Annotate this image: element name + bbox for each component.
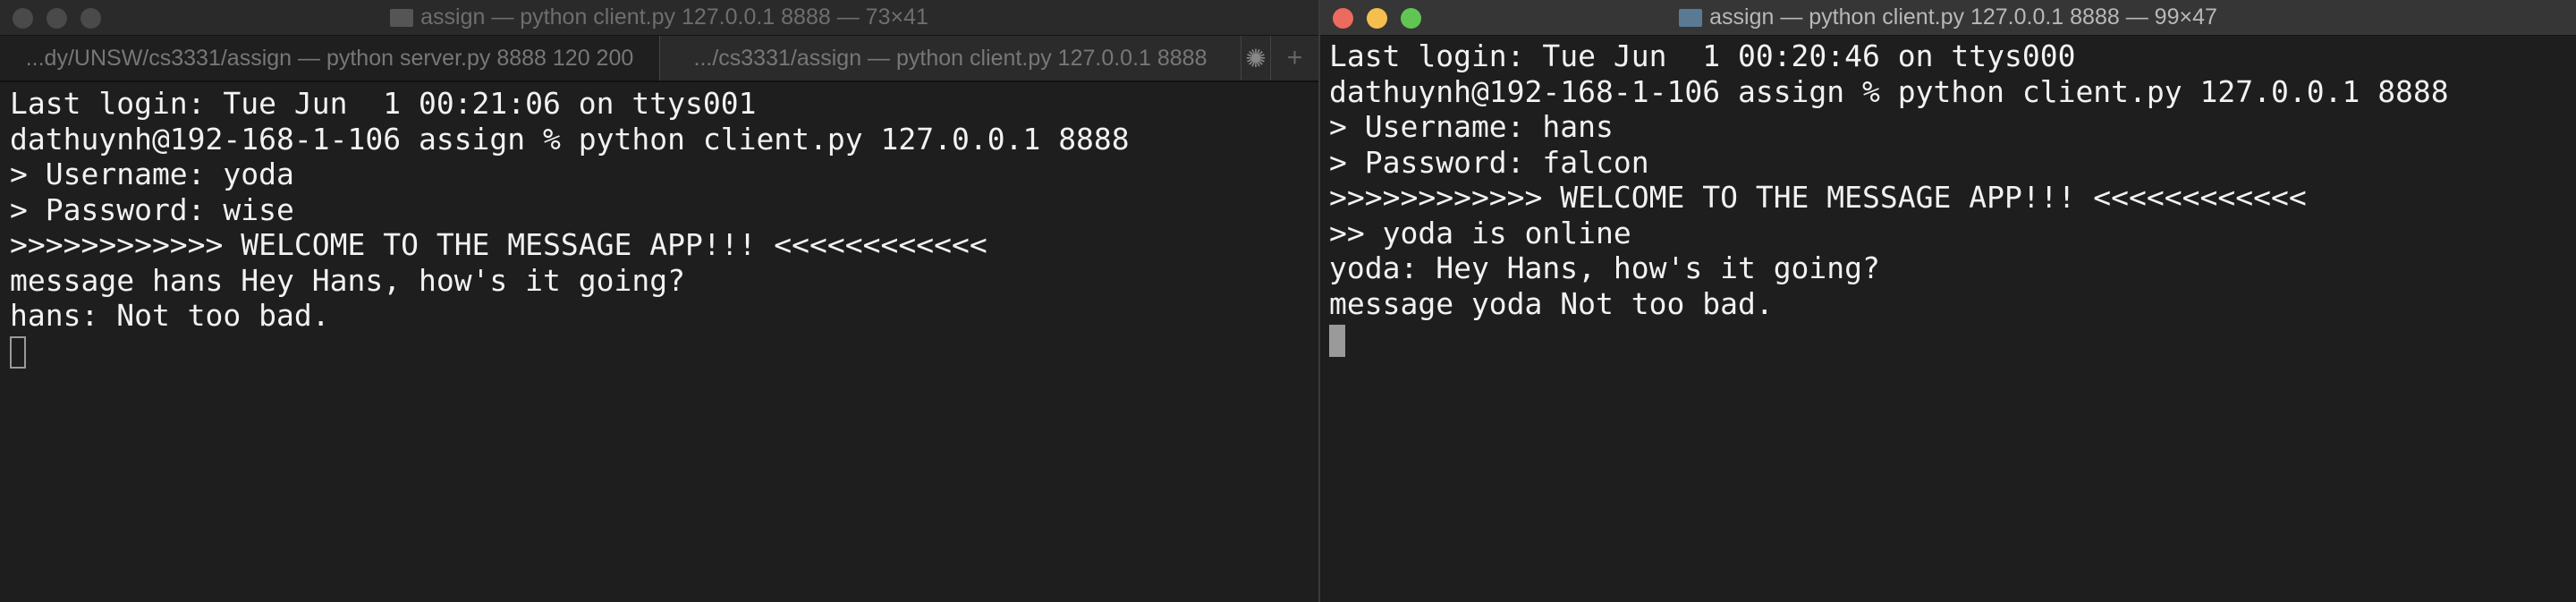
tab-label: ...dy/UNSW/cs3331/assign — python server… [25, 45, 634, 71]
terminal-output[interactable]: Last login: Tue Jun 1 00:21:06 on ttys00… [10, 86, 1130, 369]
right-terminal-window: assign — python client.py 127.0.0.1 8888… [1318, 0, 2576, 602]
new-tab-button[interactable]: + [1270, 36, 1318, 81]
close-button[interactable] [13, 8, 33, 29]
terminal-line: message hans Hey Hans, how's it going? [10, 262, 685, 298]
title-bar[interactable]: assign — python client.py 127.0.0.1 8888… [0, 0, 1318, 36]
terminal-line: > Password: falcon [1329, 144, 1649, 180]
left-terminal-window: assign — python client.py 127.0.0.1 8888… [0, 0, 1318, 602]
activity-spinner-icon: ✺ [1245, 44, 1267, 72]
terminal-line: > Username: hans [1329, 109, 1614, 144]
tab-label: .../cs3331/assign — python client.py 127… [693, 45, 1208, 71]
terminal-line: hans: Not too bad. [10, 298, 330, 333]
tab-server[interactable]: ...dy/UNSW/cs3331/assign — python server… [0, 36, 660, 81]
terminal-cursor [10, 336, 26, 369]
title-bar[interactable]: assign — python client.py 127.0.0.1 8888… [1320, 0, 2576, 36]
zoom-button[interactable] [80, 8, 101, 29]
folder-icon [390, 8, 414, 27]
terminal-line: message yoda Not too bad. [1329, 285, 1774, 321]
minimize-button[interactable] [1367, 8, 1387, 29]
terminal-cursor [1329, 324, 1345, 357]
tab-client[interactable]: .../cs3331/assign — python client.py 127… [660, 36, 1241, 81]
terminal-output[interactable]: Last login: Tue Jun 1 00:20:46 on ttys00… [1329, 38, 2449, 357]
terminal-line: dathuynh@192-168-1-106 assign % python c… [1329, 73, 2449, 109]
tab-bar: ...dy/UNSW/cs3331/assign — python server… [0, 36, 1318, 82]
terminal-line: > Password: wise [10, 191, 294, 227]
terminal-line: Last login: Tue Jun 1 00:21:06 on ttys00… [10, 86, 757, 121]
terminal-line: >> yoda is online [1329, 215, 1631, 250]
folder-icon [1679, 8, 1703, 27]
terminal-line: >>>>>>>>>>>> WELCOME TO THE MESSAGE APP!… [10, 227, 987, 262]
window-title: assign — python client.py 127.0.0.1 8888… [1709, 4, 2217, 30]
zoom-button[interactable] [1401, 8, 1421, 29]
terminal-line: dathuynh@192-168-1-106 assign % python c… [10, 121, 1130, 157]
window-controls [13, 8, 101, 29]
terminal-line: Last login: Tue Jun 1 00:20:46 on ttys00… [1329, 38, 2076, 73]
close-button[interactable] [1333, 8, 1353, 29]
minimize-button[interactable] [47, 8, 67, 29]
window-controls [1333, 8, 1421, 29]
window-title: assign — python client.py 127.0.0.1 8888… [420, 4, 928, 30]
terminal-line: > Username: yoda [10, 157, 294, 191]
terminal-line: yoda: Hey Hans, how's it going? [1329, 250, 1880, 285]
terminal-line: >>>>>>>>>>>> WELCOME TO THE MESSAGE APP!… [1329, 180, 2307, 215]
